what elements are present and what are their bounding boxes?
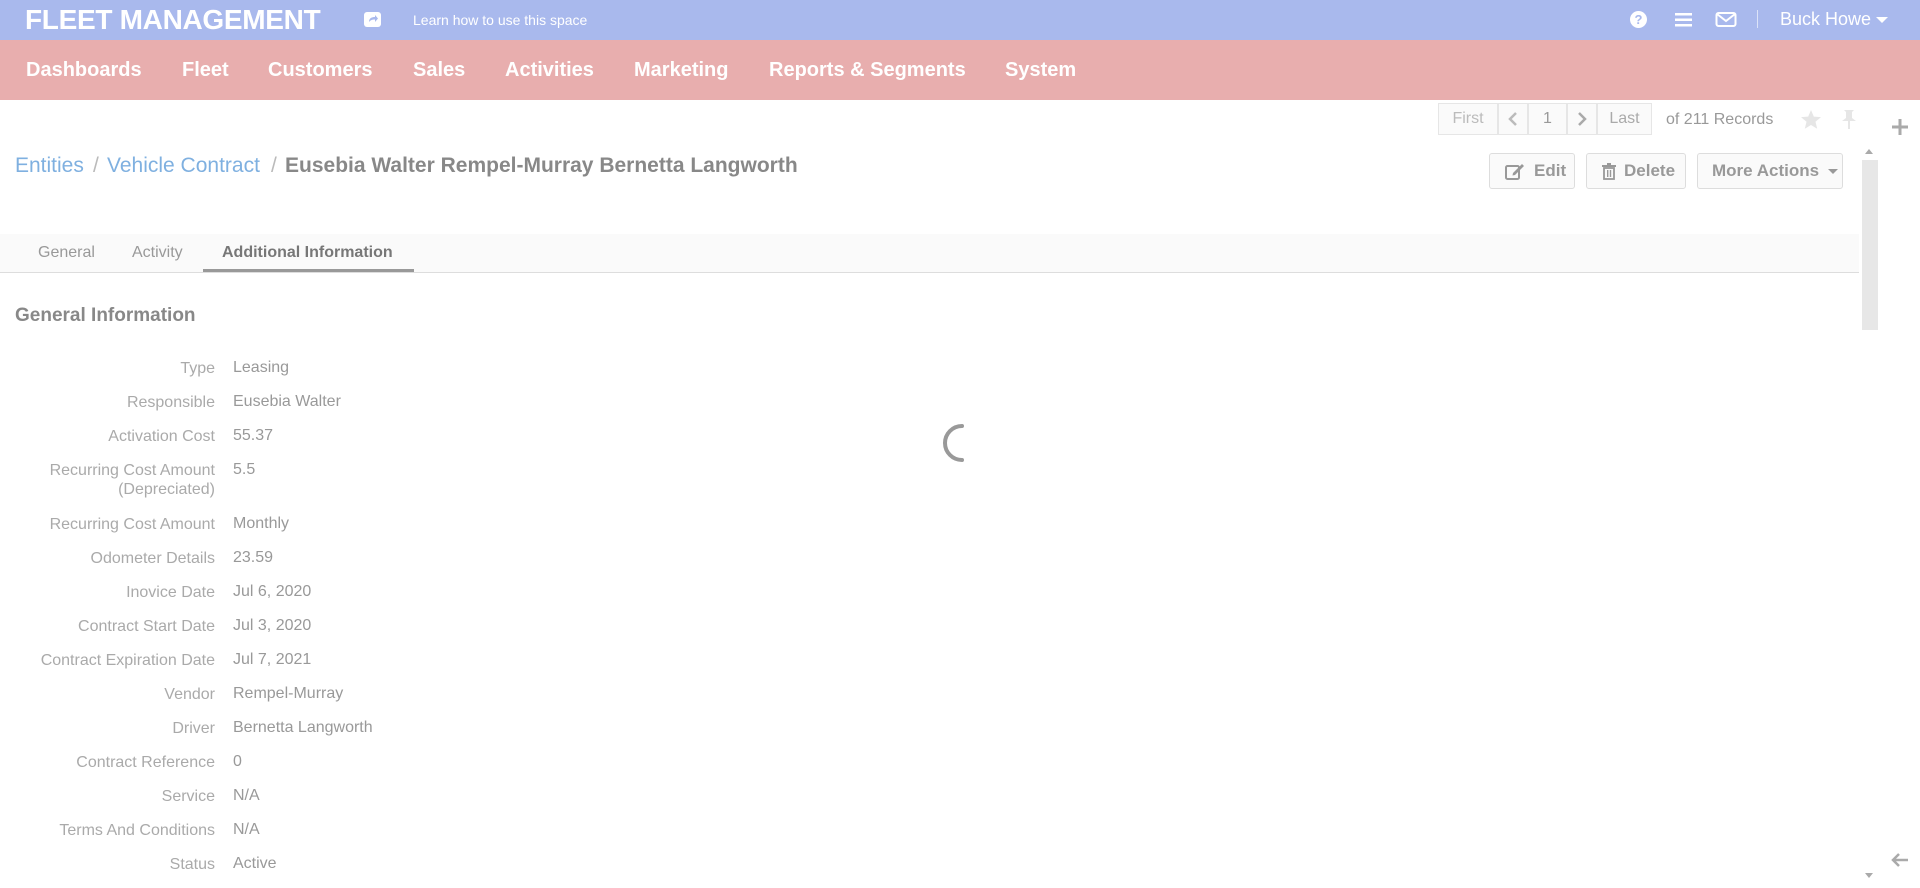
field-label-recurring-cost-amount: Recurring Cost Amount [49,516,215,533]
app-logo[interactable]: FLEET MANAGEMENT [25,4,321,36]
breadcrumb-separator: / [93,154,99,177]
field-label-contract-start-date: Contract Start Date [78,618,215,635]
pager-page-input[interactable]: 1 [1528,103,1567,135]
user-menu[interactable]: Buck Howe [1780,9,1871,30]
edit-label: Edit [1534,161,1567,180]
field-value-status: Active [233,855,277,872]
more-actions-button[interactable]: More Actions [1697,153,1843,189]
divider [1757,10,1758,28]
arrow-left-icon[interactable] [1891,852,1909,873]
more-actions-label: More Actions [1712,161,1820,180]
field-label-status: Status [169,856,215,873]
scroll-up-icon[interactable] [1865,149,1873,154]
field-value-contract-start-date: Jul 3, 2020 [233,617,312,634]
records-count: of 211 Records [1666,111,1774,128]
menu-sales[interactable]: Sales [413,59,465,82]
trash-icon [1602,163,1616,180]
field-label-recurring-cost-depreciated-suffix: (Depreciated) [118,481,215,498]
chevron-down-icon[interactable] [1876,17,1888,23]
tab-additional-information[interactable]: Additional Information [222,244,393,262]
field-label-contract-expiration-date: Contract Expiration Date [40,652,215,669]
field-value-recurring-cost-depreciated: 5.5 [233,461,256,478]
top-bar: FLEET MANAGEMENT Learn how to use this s… [0,0,1920,40]
active-tab-indicator [203,269,414,272]
delete-button[interactable]: Delete [1586,153,1686,189]
share-icon[interactable] [364,12,381,27]
field-value-contract-expiration-date: Jul 7, 2021 [233,651,312,668]
field-value-responsible: Eusebia Walter [233,393,341,410]
plus-icon[interactable] [1891,118,1909,141]
tab-activity[interactable]: Activity [132,244,183,262]
field-label-recurring-cost-depreciated: Recurring Cost Amount [49,462,215,479]
menu-dashboards[interactable]: Dashboards [26,59,142,82]
pager-prev-button[interactable] [1498,103,1528,135]
section-title: General Information [15,305,196,326]
field-value-service: N/A [233,787,260,804]
field-label-terms-and-conditions: Terms And Conditions [59,822,215,839]
caret-down-icon [1828,169,1838,174]
menu-marketing[interactable]: Marketing [634,59,728,82]
field-label-odometer-details: Odometer Details [90,550,216,567]
tab-bar: General Activity Additional Information [0,234,1859,273]
field-value-type: Leasing [233,359,290,376]
chevron-right-icon [1578,112,1587,126]
tab-general[interactable]: General [38,244,95,262]
menu-activities[interactable]: Activities [505,59,594,82]
field-label-responsible: Responsible [126,394,215,411]
field-label-activation-cost: Activation Cost [108,428,215,445]
delete-label: Delete [1624,161,1676,180]
list-icon[interactable] [1674,10,1693,34]
field-value-recurring-cost-amount: Monthly [233,515,290,532]
learn-link[interactable]: Learn how to use this space [413,12,587,28]
page-title: Eusebia Walter Rempel-Murray Bernetta La… [285,154,798,177]
field-value-contract-reference: 0 [233,753,242,770]
loading-spinner-icon [938,422,968,469]
field-value-odometer-details: 23.59 [233,549,274,566]
field-value-driver: Bernetta Langworth [233,719,373,736]
menu-customers[interactable]: Customers [268,59,372,82]
field-label-vendor: Vendor [164,686,215,703]
menu-system[interactable]: System [1005,59,1076,82]
svg-text:?: ? [1635,12,1643,27]
pager-last-button[interactable]: Last [1597,103,1652,135]
field-label-driver: Driver [172,720,215,737]
pager-first-button[interactable]: First [1438,103,1498,135]
scroll-down-icon[interactable] [1865,873,1873,878]
main-menu: Dashboards Fleet Customers Sales Activit… [0,40,1920,100]
pager-next-button[interactable] [1567,103,1597,135]
field-label-contract-reference: Contract Reference [76,754,215,771]
field-label-type: Type [180,360,215,377]
menu-fleet[interactable]: Fleet [182,59,229,82]
field-label-invoice-date: Inovice Date [126,584,215,601]
menu-reports-segments[interactable]: Reports & Segments [769,59,966,82]
help-icon[interactable]: ? [1629,10,1648,34]
field-value-vendor: Rempel-Murray [233,685,344,702]
mail-icon[interactable] [1715,10,1737,34]
scrollbar-thumb[interactable] [1862,160,1878,330]
breadcrumb-separator: / [271,154,277,177]
field-value-terms-and-conditions: N/A [233,821,260,838]
breadcrumb-entities[interactable]: Entities [15,154,84,178]
star-icon[interactable] [1800,109,1822,135]
chevron-left-icon [1508,112,1517,126]
edit-button[interactable]: Edit [1489,153,1575,189]
field-value-invoice-date: Jul 6, 2020 [233,583,312,600]
breadcrumb-vehicle-contract[interactable]: Vehicle Contract [107,154,260,178]
field-value-activation-cost: 55.37 [233,427,274,444]
edit-icon [1505,164,1524,180]
pin-icon[interactable] [1840,109,1858,135]
field-label-service: Service [161,788,215,805]
